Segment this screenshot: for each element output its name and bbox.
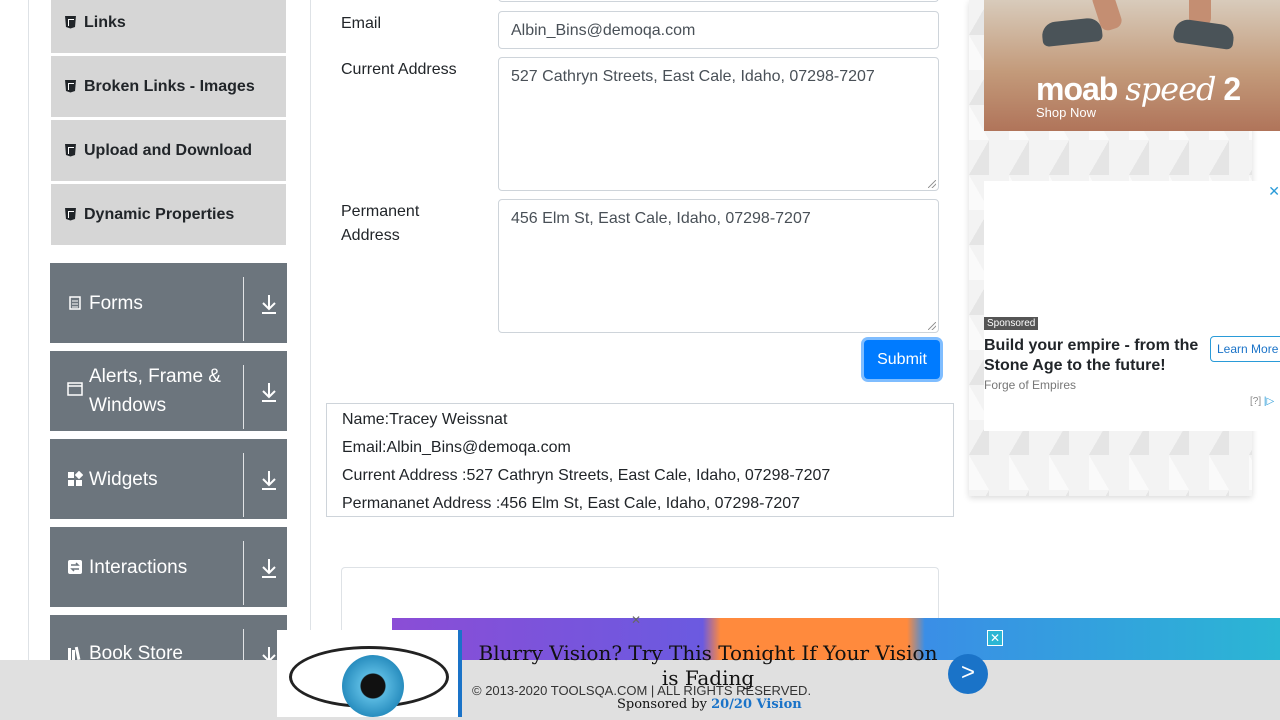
output-email: Email:Albin_Bins@demoqa.com xyxy=(342,439,571,456)
sidebar-item-label: Dynamic Properties xyxy=(84,205,235,223)
ad-close-marker[interactable]: ✕ xyxy=(631,613,641,627)
moab-brand: moab speed 2 xyxy=(1036,70,1241,108)
sidebar-item-links[interactable]: Links xyxy=(51,0,286,54)
bookstore-icon xyxy=(67,646,83,660)
group-label: Alerts, Frame & Windows xyxy=(89,366,221,416)
name-field-edge[interactable] xyxy=(498,0,939,2)
close-icon[interactable]: ✕ xyxy=(1268,183,1280,200)
learn-more-button[interactable]: Learn More xyxy=(1210,336,1280,362)
html5-icon xyxy=(65,79,77,94)
sidebar-group-widgets[interactable]: Widgets xyxy=(50,439,287,519)
html5-icon xyxy=(65,15,77,30)
output-box: Name:Tracey Weissnat Email:Albin_Bins@de… xyxy=(326,403,954,517)
ad-source: Forge of Empires xyxy=(984,378,1077,392)
vision-ad-headline[interactable]: Blurry Vision? Try This Tonight If Your … xyxy=(473,641,943,691)
download-icon[interactable] xyxy=(260,293,278,315)
divider xyxy=(243,277,244,341)
resize-handle[interactable] xyxy=(928,180,936,188)
divider xyxy=(243,541,244,605)
vision-ad-image[interactable] xyxy=(277,630,458,717)
current-address-field[interactable]: 527 Cathryn Streets, East Cale, Idaho, 0… xyxy=(498,57,939,191)
output-current-address: Current Address :527 Cathryn Streets, Ea… xyxy=(342,467,831,484)
output-permanent-address: Permananet Address :456 Elm St, East Cal… xyxy=(342,495,801,512)
email-label: Email xyxy=(341,15,382,32)
sidebar-item-label: Links xyxy=(84,13,126,31)
sidebar-group-alerts[interactable]: Alerts, Frame & Windows xyxy=(50,351,287,431)
html5-icon xyxy=(65,207,77,222)
sidebar-right-border xyxy=(310,0,311,720)
resize-handle[interactable] xyxy=(928,322,936,330)
sidebar-left-border xyxy=(28,0,29,720)
moab-ad[interactable]: moab speed 2 Shop Now xyxy=(984,0,1280,131)
adchoices-icon: |▷ xyxy=(1263,396,1275,407)
widgets-icon xyxy=(67,471,83,487)
shop-now-link[interactable]: Shop Now xyxy=(1036,105,1096,120)
shoe-graphic xyxy=(1040,16,1104,48)
divider xyxy=(243,453,244,517)
sidebar-item-upload-download[interactable]: Upload and Download xyxy=(51,120,286,182)
output-name: Name:Tracey Weissnat xyxy=(342,411,508,428)
go-button[interactable]: > xyxy=(948,654,988,694)
divider xyxy=(243,365,244,429)
iris-graphic xyxy=(342,655,404,717)
ad-accent-bar xyxy=(458,630,462,717)
group-label: Forms xyxy=(89,292,143,314)
document-icon xyxy=(67,296,83,310)
permanent-address-field[interactable]: 456 Elm St, East Cale, Idaho, 07298-7207 xyxy=(498,199,939,333)
close-icon[interactable]: ✕ xyxy=(987,630,1003,646)
download-icon[interactable] xyxy=(260,469,278,491)
sidebar-item-broken-links[interactable]: Broken Links - Images xyxy=(51,56,286,118)
download-icon[interactable] xyxy=(260,557,278,579)
sidebar-item-dynamic-properties[interactable]: Dynamic Properties xyxy=(51,184,286,246)
html5-icon xyxy=(65,143,77,158)
shoe-graphic xyxy=(1172,17,1236,51)
download-icon[interactable] xyxy=(260,381,278,403)
group-label: Interactions xyxy=(89,556,188,578)
submit-button[interactable]: Submit xyxy=(864,340,940,379)
current-address-label: Current Address xyxy=(341,61,457,78)
permanent-address-value: 456 Elm St, East Cale, Idaho, 07298-7207 xyxy=(511,210,811,227)
page: Links Broken Links - Images Upload and D… xyxy=(0,0,1280,720)
sponsored-badge: Sponsored xyxy=(984,317,1039,330)
window-icon xyxy=(67,382,83,396)
current-address-value: 527 Cathryn Streets, East Cale, Idaho, 0… xyxy=(511,68,875,85)
sidebar-group-forms[interactable]: Forms xyxy=(50,263,287,343)
sidebar-item-label: Broken Links - Images xyxy=(84,77,255,95)
empire-ad[interactable]: ✕ Sponsored Build your empire - from the… xyxy=(984,181,1280,431)
vision-ad-sponsor: Sponsored by 20/20 Vision xyxy=(617,697,802,712)
ad-info-link[interactable]: [?] |▷ xyxy=(1250,396,1274,407)
ad-headline[interactable]: Build your empire - from the Stone Age t… xyxy=(984,336,1199,376)
interactions-icon xyxy=(67,560,83,574)
group-label: Widgets xyxy=(89,468,158,490)
sidebar-group-interactions[interactable]: Interactions xyxy=(50,527,287,607)
email-field[interactable]: Albin_Bins@demoqa.com xyxy=(498,11,939,49)
sidebar-item-label: Upload and Download xyxy=(84,141,252,159)
permanent-address-label: Permanent Address xyxy=(341,203,420,244)
